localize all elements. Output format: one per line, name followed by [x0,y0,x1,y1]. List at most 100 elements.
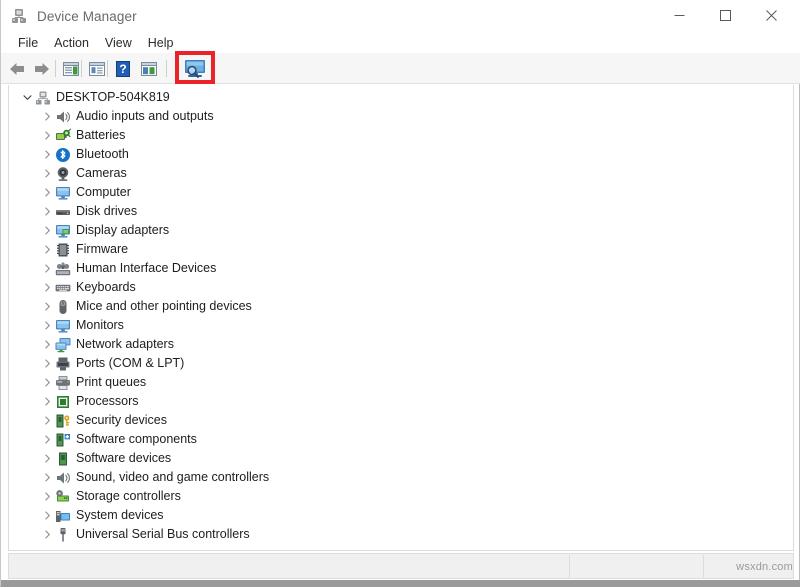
tree-item-label: Security devices [76,411,167,430]
update-driver-button[interactable] [85,57,109,80]
tree-item-label: Cameras [76,164,127,183]
window-bottom-edge [1,580,800,587]
tree-item-mice-and-other-pointing-devices[interactable]: Mice and other pointing devices [9,297,793,316]
computer-root-icon [35,90,51,106]
chevron-right-icon[interactable] [39,164,55,183]
tree-item-label: Disk drives [76,202,137,221]
tree-item-security-devices[interactable]: Security devices [9,411,793,430]
tree-item-label: System devices [76,506,164,525]
status-pane-3 [704,554,710,578]
tree-item-storage-controllers[interactable]: Storage controllers [9,487,793,506]
chevron-right-icon[interactable] [39,525,55,544]
tree-item-label: Sound, video and game controllers [76,468,269,487]
tree-item-monitors[interactable]: Monitors [9,316,793,335]
chevron-right-icon[interactable] [39,145,55,164]
tree-item-cameras[interactable]: Cameras [9,164,793,183]
hid-icon [55,261,71,277]
chevron-right-icon[interactable] [39,278,55,297]
camera-icon [55,166,71,182]
tree-item-software-components[interactable]: Software components [9,430,793,449]
tree-item-system-devices[interactable]: System devices [9,506,793,525]
menu-item-file[interactable]: File [10,33,46,53]
chevron-right-icon[interactable] [39,487,55,506]
display-adapter-icon [55,223,71,239]
menu-item-action[interactable]: Action [46,33,97,53]
tree-root-row[interactable]: DESKTOP-504K819 [9,88,793,107]
firmware-chip-icon [55,242,71,258]
tree-item-keyboards[interactable]: Keyboards [9,278,793,297]
status-pane-message [9,554,15,578]
tree-item-network-adapters[interactable]: Network adapters [9,335,793,354]
tree-item-label: Universal Serial Bus controllers [76,525,250,544]
monitor-icon [55,185,71,201]
status-pane-2 [570,554,576,578]
tree-item-batteries[interactable]: Batteries [9,126,793,145]
toolbar-separator-4 [166,60,167,77]
properties-button[interactable] [59,57,83,80]
highlight-rectangle [175,51,215,84]
disable-device-button[interactable] [137,57,161,80]
toolbar-separator-2 [81,60,82,77]
toolbar: ? [1,53,800,84]
tree-item-display-adapters[interactable]: Display adapters [9,221,793,240]
tree-item-ports-com-and-lpt[interactable]: Ports (COM & LPT) [9,354,793,373]
toolbar-separator-3 [107,60,108,77]
chevron-right-icon[interactable] [39,107,55,126]
tree-item-computer[interactable]: Computer [9,183,793,202]
chevron-right-icon[interactable] [39,468,55,487]
speaker-icon [55,470,71,486]
tree-item-software-devices[interactable]: Software devices [9,449,793,468]
chevron-right-icon[interactable] [39,373,55,392]
chevron-right-icon[interactable] [39,354,55,373]
tree-item-print-queues[interactable]: Print queues [9,373,793,392]
tree-item-audio-inputs-and-outputs[interactable]: Audio inputs and outputs [9,107,793,126]
tree-item-processors[interactable]: Processors [9,392,793,411]
forward-button[interactable] [29,57,53,80]
tree-item-universal-serial-bus-controllers[interactable]: Universal Serial Bus controllers [9,525,793,544]
chevron-right-icon[interactable] [39,430,55,449]
close-button[interactable] [748,0,794,31]
tree-item-label: Monitors [76,316,124,335]
menu-item-view[interactable]: View [97,33,140,53]
chevron-right-icon[interactable] [39,316,55,335]
back-button[interactable] [5,57,29,80]
tree-item-label: Firmware [76,240,128,259]
tree-item-label: Audio inputs and outputs [76,107,214,126]
chevron-right-icon[interactable] [39,335,55,354]
tree-item-label: Batteries [76,126,125,145]
chevron-right-icon[interactable] [39,240,55,259]
chevron-right-icon[interactable] [39,221,55,240]
system-device-icon [55,508,71,524]
chevron-down-icon[interactable] [19,88,35,107]
chevron-right-icon[interactable] [39,392,55,411]
chevron-right-icon[interactable] [39,297,55,316]
monitor-icon [55,318,71,334]
chevron-right-icon[interactable] [39,202,55,221]
bluetooth-icon [55,147,71,163]
chevron-right-icon[interactable] [39,506,55,525]
tree-item-label: Processors [76,392,139,411]
chevron-right-icon[interactable] [39,126,55,145]
tree-item-disk-drives[interactable]: Disk drives [9,202,793,221]
tree-item-firmware[interactable]: Firmware [9,240,793,259]
minimize-button[interactable] [656,0,702,31]
chevron-right-icon[interactable] [39,183,55,202]
menu-item-help[interactable]: Help [140,33,182,53]
device-tree-panel[interactable]: DESKTOP-504K819 Audio inputs and outputs… [8,85,794,551]
chevron-right-icon[interactable] [39,411,55,430]
storage-controller-icon [55,489,71,505]
tree-item-label: Network adapters [76,335,174,354]
chevron-right-icon[interactable] [39,259,55,278]
maximize-button[interactable] [702,0,748,31]
tree-item-label: Keyboards [76,278,136,297]
tree-item-bluetooth[interactable]: Bluetooth [9,145,793,164]
tree-item-human-interface-devices[interactable]: Human Interface Devices [9,259,793,278]
tree-item-label: Mice and other pointing devices [76,297,252,316]
tree-item-label: Software devices [76,449,171,468]
watermark: wsxdn.com [736,561,793,573]
chevron-right-icon[interactable] [39,449,55,468]
tree-item-sound-video-and-game-controllers[interactable]: Sound, video and game controllers [9,468,793,487]
speaker-icon [55,109,71,125]
help-button[interactable]: ? [111,57,135,80]
network-adapter-icon [55,337,71,353]
